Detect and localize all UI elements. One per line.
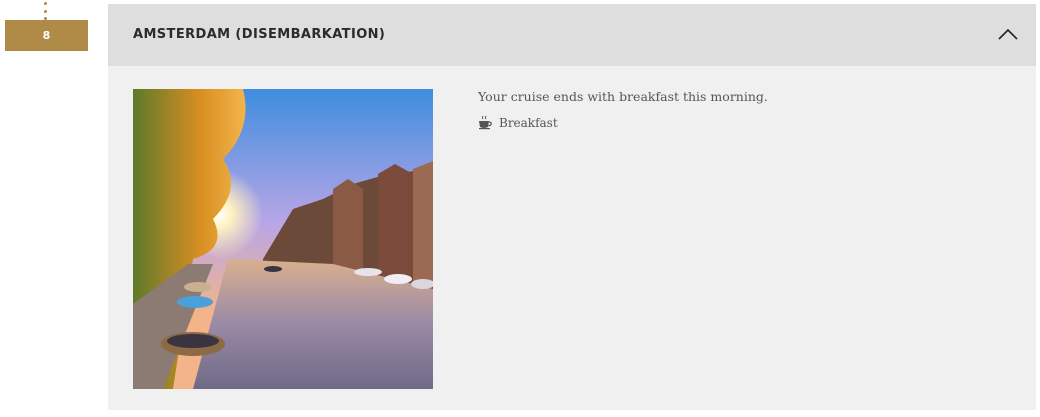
canal-photo-illustration — [133, 89, 433, 389]
coffee-cup-icon — [479, 115, 492, 130]
day-title: AMSTERDAM (DISEMBARKATION) — [133, 27, 386, 42]
meal-label: Breakfast — [499, 115, 558, 130]
itinerary-day-panel: AMSTERDAM (DISEMBARKATION) Your cruise e… — [108, 4, 1036, 410]
day-description: Your cruise ends with breakfast this mor… — [478, 89, 768, 104]
amsterdam-canal-photo — [133, 89, 433, 389]
timeline-connector — [43, 0, 49, 22]
meal-item: Breakfast — [478, 115, 558, 130]
day-accordion-header[interactable]: AMSTERDAM (DISEMBARKATION) — [108, 4, 1036, 66]
chevron-up-icon[interactable] — [997, 26, 1019, 42]
day-number-badge: 8 — [5, 20, 88, 51]
